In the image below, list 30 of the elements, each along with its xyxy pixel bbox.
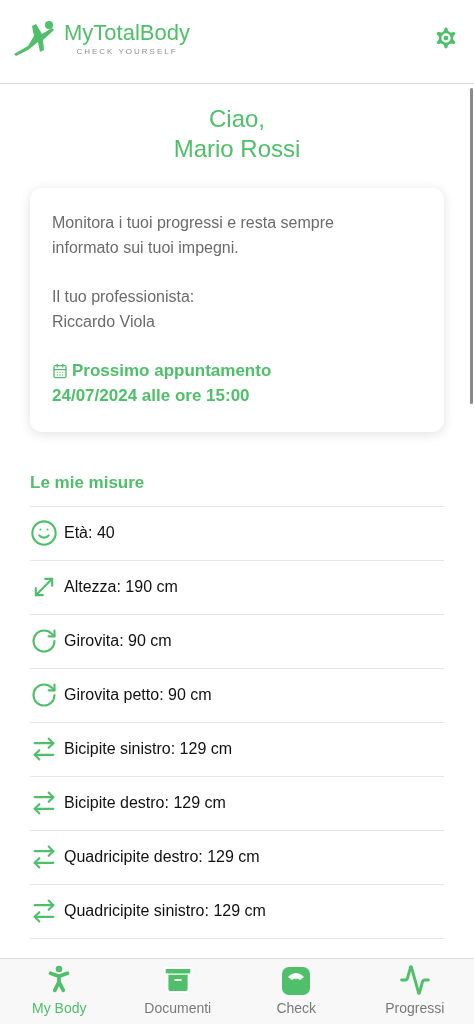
measure-label: Bicipite destro: 129 cm (64, 793, 226, 813)
tab-item[interactable]: Check (237, 959, 356, 1024)
measure-label: Girovita petto: 90 cm (64, 685, 212, 705)
scale-icon (281, 966, 312, 996)
measure-label: Bicipite sinistro: 129 cm (64, 739, 233, 759)
line-chart-icon (398, 964, 431, 996)
professional-label: Il tuo professionista: (52, 287, 196, 307)
smiley-icon (30, 519, 58, 547)
tab-item[interactable]: Progressi (355, 959, 474, 1024)
intro-text: Monitora i tuoi progressi e resta sempre informato sui tuoi impegni. (52, 213, 335, 258)
professional-name: Riccardo Viola (52, 312, 156, 332)
section-title: Le mie misure (30, 472, 146, 494)
measure-label: Altezza: 190 cm (64, 577, 178, 597)
tab-item[interactable]: Documenti (118, 959, 237, 1024)
measure-label: Girovita: 90 cm (64, 631, 172, 651)
logo-tagline: CHECK YOURSELF (76, 46, 178, 58)
appointment-title: Prossimo appuntamento (72, 360, 272, 382)
scrollbar-thumb[interactable] (470, 88, 473, 404)
greeting-text: Ciao, (209, 104, 265, 134)
circular-arrow-icon (30, 627, 58, 655)
tab-item[interactable]: My Body (0, 959, 119, 1024)
calendar-icon (52, 362, 68, 379)
logo-text: MyTotalBody (64, 22, 190, 44)
circular-arrow-icon (30, 681, 58, 709)
user-name: Mario Rossi (173, 134, 301, 164)
measure-label: Età: 40 (64, 523, 115, 543)
appointment-time: 24/07/2024 alle ore 15:00 (52, 385, 251, 407)
measure-label: Quadricipite sinistro: 129 cm (64, 901, 266, 921)
measure-label: Quadricipite destro: 129 cm (64, 847, 260, 867)
archive-icon (161, 964, 194, 996)
